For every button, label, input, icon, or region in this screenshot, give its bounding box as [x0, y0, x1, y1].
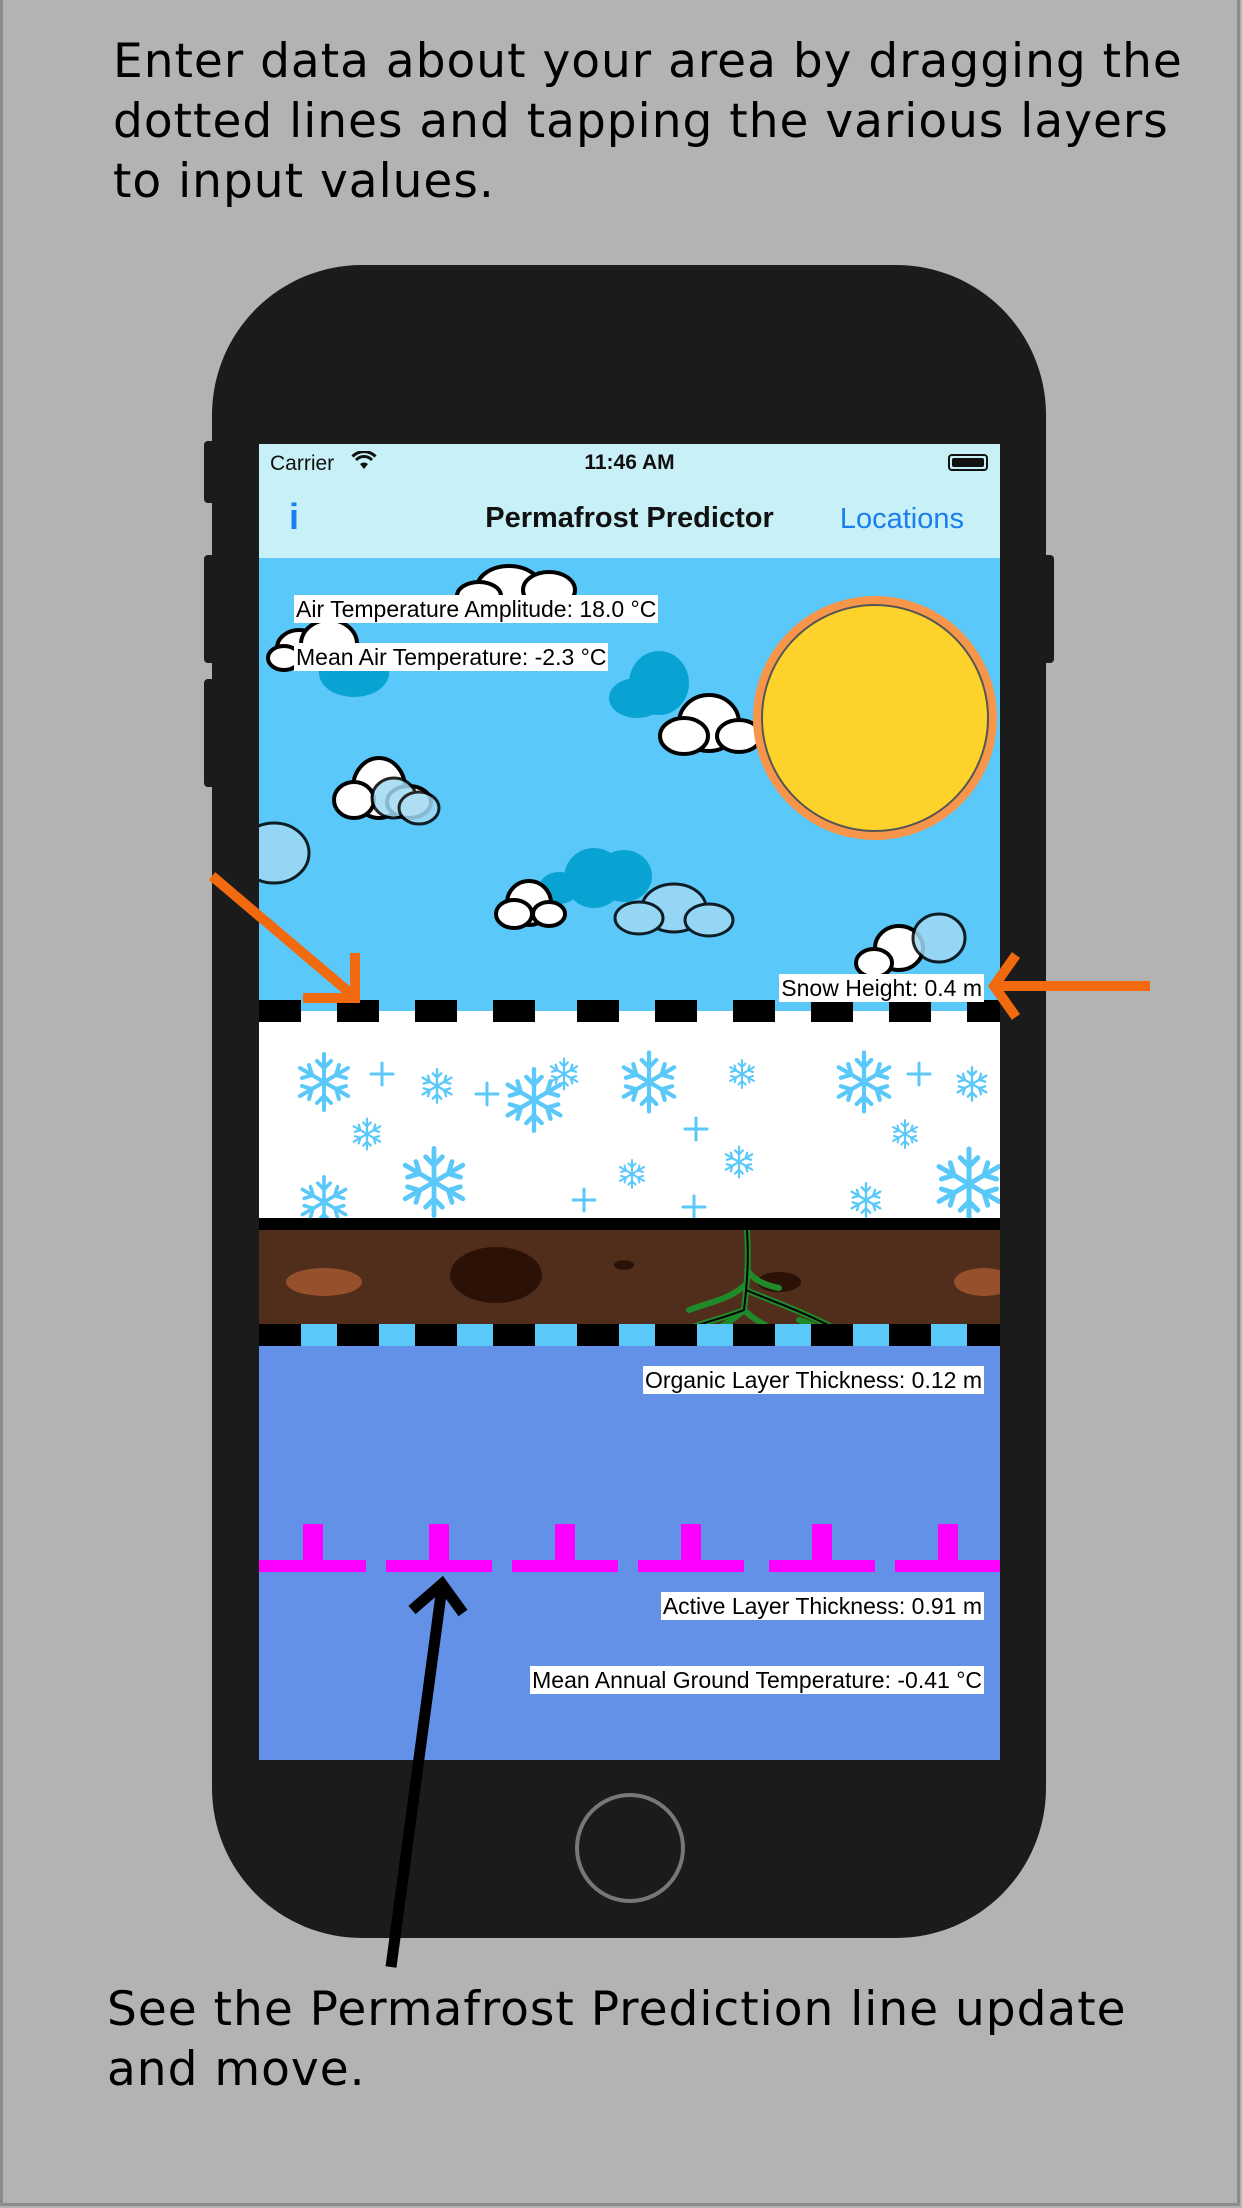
black-arrow-icon [385, 1575, 468, 1968]
orange-diagonal-arrow-icon [208, 872, 360, 1003]
instruction-caption-bottom: See the Permafrost Prediction line updat… [107, 1982, 1127, 2097]
orange-horizontal-arrow-icon [987, 952, 1150, 1020]
annotation-arrows [208, 872, 1150, 1968]
